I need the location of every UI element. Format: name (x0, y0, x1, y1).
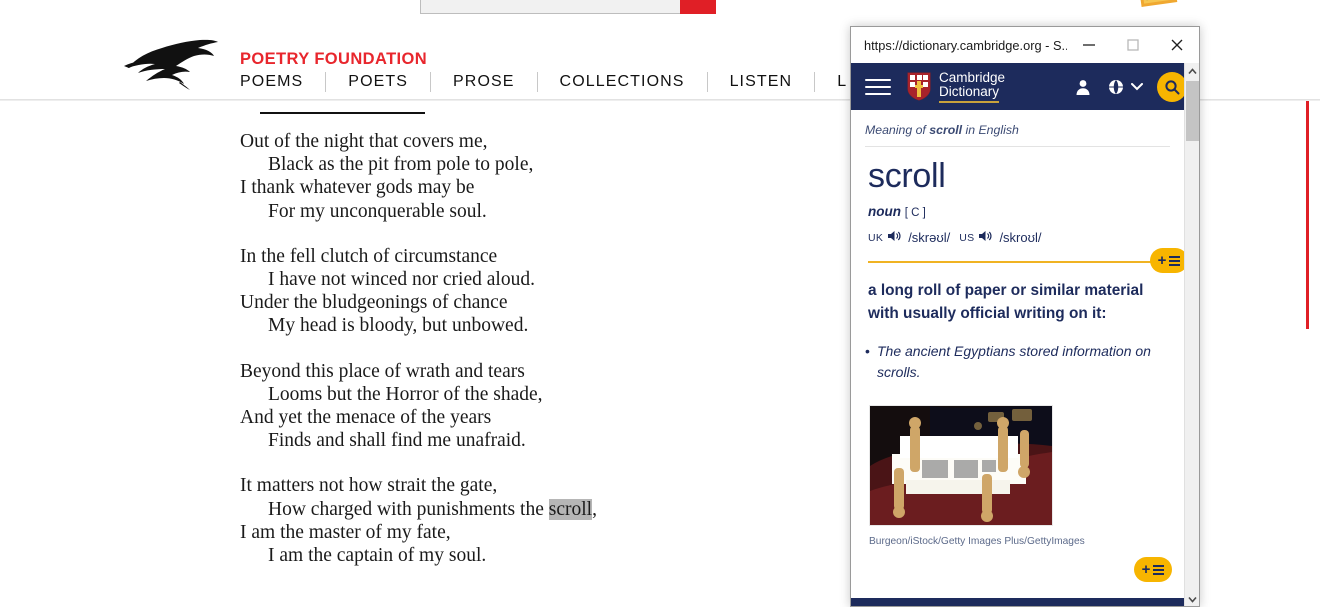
logo-line-2: Dictionary (939, 84, 1000, 103)
add-to-wordlist-button-secondary[interactable]: + (1134, 557, 1172, 582)
poem-line: In the fell clutch of circumstance (240, 245, 498, 267)
dictionary-logo-text[interactable]: Cambridge Dictionary (939, 69, 1006, 103)
speaker-icon-us[interactable] (978, 230, 992, 245)
close-icon[interactable] (1155, 28, 1199, 63)
ipa-uk: /skrəʊl/ (908, 230, 951, 245)
nav-separator (814, 72, 816, 92)
list-icon (1169, 255, 1181, 266)
poem-line: I am the master of my fate, (240, 521, 451, 543)
grammar-label: [ C ] (904, 207, 926, 219)
hamburger-menu-icon[interactable] (865, 76, 895, 98)
nav-separator (536, 72, 538, 92)
poem-line: It matters not how strait the gate, (240, 475, 498, 497)
selected-word-highlight[interactable]: scroll (548, 498, 593, 520)
poem-line: Black as the pit from pole to pole, (268, 154, 534, 176)
sense-divider: + (868, 248, 1184, 273)
search-icon-button[interactable] (1157, 71, 1187, 102)
nav-separator (325, 72, 327, 92)
nav-item-poems[interactable]: POEMS (240, 73, 303, 91)
maximize-icon[interactable] (1111, 28, 1155, 63)
site-search-button[interactable] (680, 0, 716, 14)
entry-divider (865, 146, 1170, 147)
headword: scroll (868, 157, 946, 195)
line-text-after: , (592, 498, 597, 520)
pron-region-uk: UK (868, 231, 884, 244)
popup-url-label: https://dictionary.cambridge.org - S... (864, 37, 1067, 53)
dictionary-footer-bar: Contents To top (851, 598, 1184, 606)
cambridge-crest-icon (907, 72, 931, 101)
dictionary-entry-body: Meaning of scroll in English scroll noun… (851, 110, 1184, 606)
popup-scrollbar[interactable] (1184, 63, 1199, 606)
example-sentence: The ancient Egyptians stored information… (865, 341, 1167, 383)
screen: R Y POETRY FOUNDATION POEMS POETS PROSE … (0, 0, 1320, 607)
breadcrumb-word: scroll (929, 123, 963, 137)
minimize-icon[interactable] (1067, 28, 1111, 63)
site-nav: POEMS POETS PROSE COLLECTIONS LISTEN L (240, 72, 847, 92)
scrollbar-thumb[interactable] (1186, 81, 1199, 141)
poem-line: Out of the night that covers me, (240, 131, 488, 152)
poem-text: Out of the night that covers me, Black a… (240, 130, 800, 567)
poem-stanza: Out of the night that covers me, Black a… (240, 130, 800, 223)
plus-icon: + (1157, 252, 1167, 269)
logo-line-1: Cambridge (939, 69, 1006, 85)
nav-item-prose[interactable]: PROSE (453, 73, 515, 91)
scroll-down-arrow-icon[interactable] (1185, 591, 1199, 606)
pron-region-us: US (959, 231, 975, 244)
add-to-wordlist-button[interactable]: + (1150, 248, 1184, 273)
poem-stanza: It matters not how strait the gate, How … (240, 474, 800, 567)
ipa-us: /skroʊl/ (999, 230, 1042, 245)
user-account-icon[interactable] (1074, 78, 1092, 96)
list-icon (1153, 564, 1165, 575)
poem-line: And yet the menace of the years (240, 407, 492, 429)
nav-item-collections[interactable]: COLLECTIONS (560, 73, 685, 91)
poem-line: For my unconquerable soul. (268, 200, 487, 222)
nav-item-learn[interactable]: L (837, 73, 847, 91)
poem-stanza: Beyond this place of wrath and tears Loo… (240, 360, 800, 453)
poem-line: I am the captain of my soul. (268, 545, 487, 567)
breadcrumb-prefix: Meaning of (865, 123, 930, 137)
dictionary-popup-window: https://dictionary.cambridge.org - S... (850, 26, 1200, 607)
page-right-edge (1309, 101, 1320, 607)
popup-title-bar: https://dictionary.cambridge.org - S... (851, 27, 1199, 64)
nav-item-poets[interactable]: POETS (348, 73, 408, 91)
entry-breadcrumb: Meaning of scroll in English (865, 123, 1184, 137)
part-of-speech: noun [ C ] (868, 204, 1184, 219)
speaker-icon-uk[interactable] (887, 230, 901, 245)
poem-line: I thank whatever gods may be (240, 177, 475, 199)
plus-icon: + (1141, 561, 1151, 578)
poem-stanza: In the fell clutch of circumstance I hav… (240, 245, 800, 338)
poem-line: Looms but the Horror of the shade, (268, 383, 543, 405)
nav-active-underline (260, 112, 425, 114)
nav-separator (430, 72, 432, 92)
entry-image (869, 405, 1053, 526)
pronunciation-row: UK /skrəʊl/ US /skroʊl/ (868, 230, 1184, 245)
site-search-input[interactable] (420, 0, 710, 14)
poem-line: Under the bludgeonings of chance (240, 292, 508, 314)
poem-line: Finds and shall find me unafraid. (268, 430, 526, 452)
poem-line: Beyond this place of wrath and tears (240, 360, 525, 382)
globe-language-icon[interactable] (1108, 79, 1124, 95)
definition-text: a long roll of paper or similar material… (868, 282, 1144, 322)
image-credit: Burgeon/iStock/Getty Images Plus/GettyIm… (869, 536, 1085, 547)
poem-line: My head is bloody, but unbowed. (268, 315, 529, 337)
dictionary-header: Cambridge Dictionary (851, 63, 1199, 110)
site-brand[interactable]: POETRY FOUNDATION (240, 50, 427, 69)
line-text-before: How charged with punishments the (268, 498, 549, 520)
chevron-down-icon[interactable] (1131, 78, 1143, 96)
poetry-foundation-bird-logo[interactable] (122, 38, 220, 90)
header-icon-group (1074, 71, 1199, 102)
poem-line: I have not winced nor cried aloud. (268, 269, 535, 291)
nav-item-listen[interactable]: LISTEN (730, 73, 793, 91)
breadcrumb-suffix: in English (962, 123, 1019, 137)
pos-label: noun (868, 204, 901, 219)
nav-separator (706, 72, 708, 92)
scroll-up-arrow-icon[interactable] (1185, 63, 1199, 79)
poem-line-with-selection: How charged with punishments the scroll, (240, 498, 800, 521)
